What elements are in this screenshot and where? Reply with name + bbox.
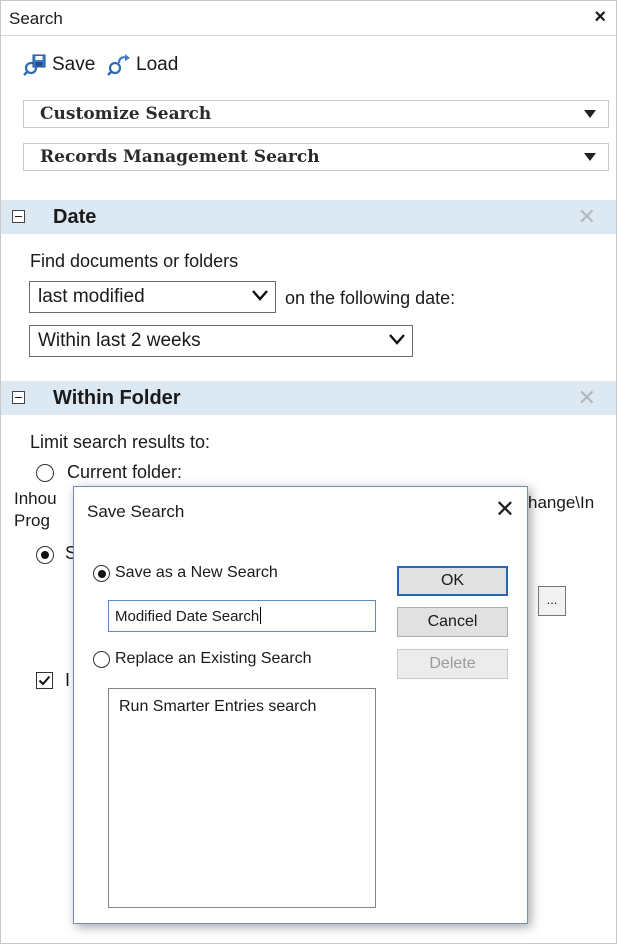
customize-search-dropdown[interactable]: Customize Search (23, 100, 609, 128)
delete-button[interactable]: Delete (397, 649, 508, 679)
list-item[interactable]: Run Smarter Entries search (119, 698, 316, 716)
collapse-icon[interactable] (12, 391, 25, 404)
load-button[interactable]: Load (107, 53, 178, 77)
save-as-new-radio[interactable] (93, 565, 110, 582)
ok-button[interactable]: OK (397, 566, 508, 596)
include-subfolders-checkbox[interactable] (36, 672, 53, 689)
specific-folder-radio[interactable] (36, 546, 54, 564)
replace-existing-label: Replace an Existing Search (115, 650, 312, 667)
triangle-down-icon (584, 110, 596, 118)
search-name-input[interactable]: Modified Date Search (108, 600, 376, 632)
load-search-icon (107, 54, 130, 76)
within-folder-section-header: Within Folder ✕ (1, 381, 616, 415)
date-section-header: Date ✕ (1, 200, 616, 234)
current-folder-label: Current folder: (67, 462, 183, 482)
replace-existing-radio[interactable] (93, 651, 110, 668)
chevron-down-icon (252, 290, 268, 301)
remove-section-icon[interactable]: ✕ (578, 204, 596, 230)
folder-path-text-right: hange\In (528, 493, 595, 512)
dialog-title: Save Search (87, 502, 185, 521)
records-management-search-dropdown[interactable]: Records Management Search (23, 143, 609, 171)
date-field-select[interactable]: last modified (29, 281, 276, 313)
panel-titlebar: Search × (1, 1, 616, 36)
find-documents-label: Find documents or folders (30, 251, 239, 271)
date-field-value: last modified (38, 286, 145, 307)
include-subfolders-label: I (65, 670, 71, 690)
triangle-down-icon (584, 153, 596, 161)
existing-searches-list[interactable]: Run Smarter Entries search (108, 688, 376, 908)
dialog-close-icon[interactable]: ✕ (495, 495, 515, 524)
save-button[interactable]: Save (23, 53, 95, 77)
browse-folder-button[interactable]: ... (538, 586, 566, 616)
date-section-title: Date (53, 206, 97, 228)
panel-title: Search (9, 9, 63, 28)
text-caret (260, 607, 262, 624)
chevron-down-icon (389, 334, 405, 345)
check-icon (38, 675, 51, 686)
load-button-label: Load (136, 54, 179, 75)
within-folder-section-title: Within Folder (53, 387, 181, 409)
save-button-label: Save (52, 54, 96, 75)
folder-path-text-2: Prog (14, 511, 50, 530)
save-search-dialog: Save Search ✕ Save as a New Search Modif… (73, 486, 528, 924)
panel-close-icon[interactable]: × (594, 6, 606, 29)
records-management-search-label: Records Management Search (40, 147, 320, 167)
collapse-icon[interactable] (12, 210, 25, 223)
current-folder-radio[interactable] (36, 464, 54, 482)
folder-path-text: Inhou (14, 489, 57, 508)
cancel-button[interactable]: Cancel (397, 607, 508, 637)
limit-results-label: Limit search results to: (30, 432, 211, 452)
following-date-label: on the following date: (285, 288, 456, 308)
save-as-new-label: Save as a New Search (115, 564, 278, 581)
save-search-icon (23, 54, 46, 76)
search-name-value: Modified Date Search (115, 608, 260, 625)
date-range-value: Within last 2 weeks (38, 330, 201, 351)
search-panel: Search × Save Load Customize Search Reco… (0, 0, 617, 944)
customize-search-label: Customize Search (40, 104, 212, 124)
date-range-select[interactable]: Within last 2 weeks (29, 325, 413, 357)
remove-section-icon[interactable]: ✕ (578, 385, 596, 411)
